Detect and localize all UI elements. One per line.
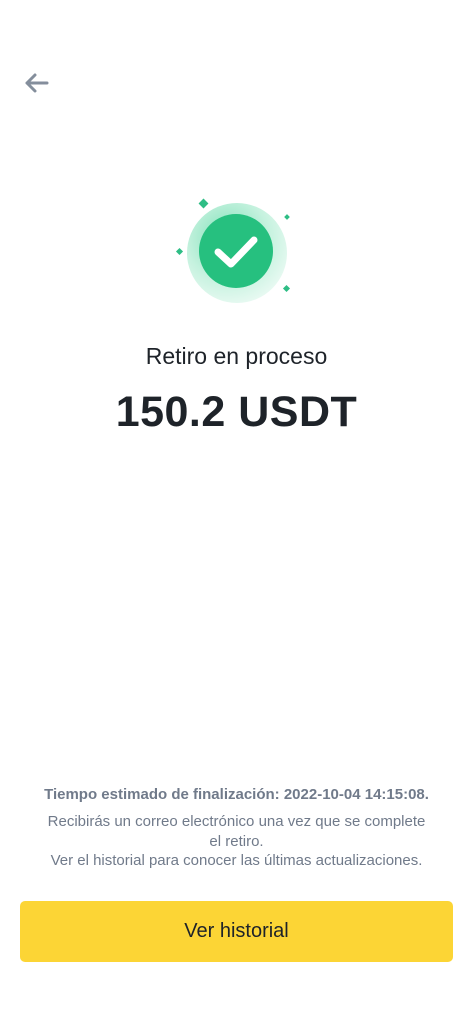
sparkle-icon — [284, 214, 290, 220]
withdrawal-amount: 150.2 USDT — [115, 388, 358, 436]
email-note-line1: Recibirás un correo electrónico una vez … — [47, 813, 426, 830]
sparkle-icon — [282, 284, 291, 293]
view-history-button[interactable]: Ver historial — [20, 901, 453, 962]
status-title: Retiro en proceso — [145, 343, 328, 369]
arrow-left-icon — [25, 73, 49, 93]
sparkle-icon — [175, 247, 184, 256]
success-graphic — [170, 193, 300, 308]
check-circle-icon — [199, 214, 273, 288]
sparkle-icon — [198, 198, 209, 209]
estimated-completion-text: Tiempo estimado de finalización: 2022-10… — [44, 786, 429, 803]
email-note-line2: el retiro. — [209, 832, 264, 850]
history-note: Ver el historial para conocer las última… — [50, 852, 423, 869]
back-button[interactable] — [20, 68, 52, 98]
info-message: Recibirás un correo electrónico una vez … — [40, 812, 433, 871]
